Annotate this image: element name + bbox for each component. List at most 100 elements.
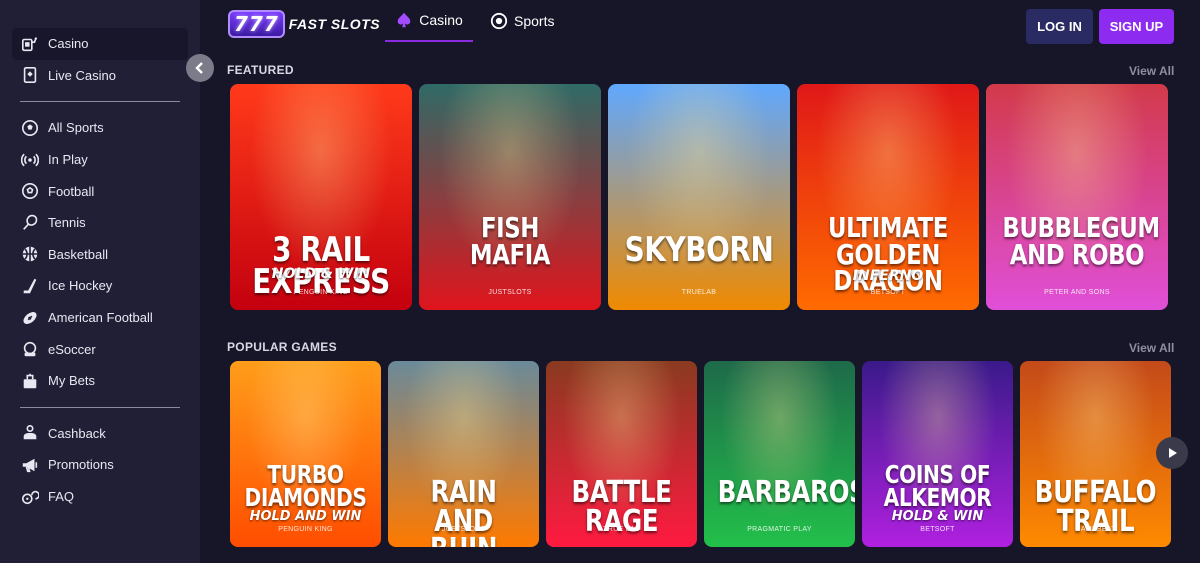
game-title-line: BARBAROSSA — [717, 475, 855, 510]
casino-icon — [20, 34, 40, 54]
sidebar-item-cashback[interactable]: Cashback — [12, 418, 188, 450]
game-title: BUBBLEGUM AND ROBO — [1002, 214, 1160, 271]
sidebar-item-live-casino[interactable]: Live Casino — [12, 60, 188, 92]
game-subtitle: INFERNO — [852, 268, 924, 284]
sidebar-item-my-bets[interactable]: My Bets — [12, 365, 188, 397]
login-button[interactable]: LOG IN — [1026, 9, 1093, 44]
sidebar-item-label: Football — [48, 183, 95, 199]
game-subtitle: HOLD & WIN — [891, 509, 984, 524]
game-provider: BETSOFT — [870, 289, 906, 296]
sidebar-item-ice-hockey[interactable]: Ice Hockey — [12, 270, 188, 302]
game-title: COINS OF ALKEMOR — [876, 462, 1000, 512]
football-icon — [20, 181, 40, 201]
game-title-line: SKYBORN — [624, 230, 774, 270]
game-title-line: AND ROBO — [1009, 237, 1145, 271]
featured-section-title: FEATURED — [227, 63, 294, 77]
game-artwork — [986, 84, 1168, 310]
sidebar-item-label: American Football — [48, 310, 153, 326]
hockey-stick-icon — [20, 276, 40, 296]
sidebar-item-casino[interactable]: Casino — [12, 28, 188, 60]
game-card[interactable]: RAIN AND RUINJUSTSLOTS — [388, 361, 539, 547]
logo-badge: 777 — [228, 10, 285, 38]
game-card[interactable]: FISH MAFIA JUSTSLOTS — [419, 84, 601, 310]
bets-icon — [20, 371, 40, 391]
basketball-icon — [20, 244, 40, 264]
megaphone-icon — [20, 455, 40, 475]
sidebar-item-american-football[interactable]: American Football — [12, 302, 188, 334]
sports-ball-icon — [20, 118, 40, 138]
sidebar-item-label: In Play — [48, 152, 88, 168]
game-title: TURBO DIAMONDS — [244, 462, 368, 512]
featured-view-all-link[interactable]: View All — [1129, 64, 1174, 78]
popular-view-all-link[interactable]: View All — [1129, 341, 1174, 355]
top-header: 777 FAST SLOTS Casino Sports LOG IN SIGN… — [200, 0, 1200, 52]
game-card[interactable]: BARBAROSSA PRAGMATIC PLAY — [704, 361, 855, 547]
game-card[interactable]: COINS OF ALKEMOR HOLD & WIN BETSOFT — [862, 361, 1013, 547]
game-card[interactable]: SKYBORN TRUELAB — [608, 84, 790, 310]
game-card[interactable]: BUFFALO TRAIL GAMEBEAT — [1020, 361, 1171, 547]
sidebar-item-label: eSoccer — [48, 341, 96, 357]
game-artwork — [704, 361, 855, 547]
game-provider: TRUE LAB — [603, 526, 640, 533]
sidebar-item-basketball[interactable]: Basketball — [12, 239, 188, 271]
game-provider: JUSTSLOTS — [488, 289, 532, 296]
game-title-line: ULTIMATE GOLDEN — [827, 211, 949, 271]
sidebar-item-esoccer[interactable]: eSoccer — [12, 333, 188, 365]
game-title-line: DIAMONDS — [244, 482, 367, 512]
site-logo[interactable]: 777 FAST SLOTS — [228, 10, 380, 38]
sidebar-item-football[interactable]: Football — [12, 175, 188, 207]
sidebar-item-label: Tennis — [48, 215, 86, 231]
sidebar-group-sports: All Sports In Play Football Tennis Baske… — [0, 112, 200, 396]
game-card[interactable]: 3 RAIL EXPRESS HOLD & WIN PENGUIN KING — [230, 84, 412, 310]
sidebar-item-label: Casino — [48, 36, 89, 52]
cashback-icon — [20, 423, 40, 443]
sidebar-divider — [20, 406, 180, 408]
play-arrow-icon — [1169, 448, 1177, 458]
sidebar: Casino Live Casino All Sports In Play Fo… — [0, 0, 200, 563]
tab-casino[interactable]: Casino — [385, 0, 473, 42]
ball-icon — [490, 12, 508, 30]
game-title-line: RAIN AND RUIN — [430, 475, 497, 547]
game-subtitle: HOLD AND WIN — [249, 509, 362, 524]
sidebar-item-faq[interactable]: FAQ — [12, 481, 188, 513]
sidebar-item-promotions[interactable]: Promotions — [12, 449, 188, 481]
game-provider: PENGUIN KING — [293, 289, 349, 296]
sidebar-item-tennis[interactable]: Tennis — [12, 207, 188, 239]
broadcast-icon — [20, 150, 40, 170]
sidebar-item-label: Live Casino — [48, 67, 116, 83]
popular-section-title: POPULAR GAMES — [227, 340, 337, 354]
faq-icon — [20, 487, 40, 507]
game-artwork — [419, 84, 601, 310]
sidebar-item-label: All Sports — [48, 120, 104, 136]
game-provider: JUSTSLOTS — [441, 526, 486, 533]
sidebar-item-label: Promotions — [48, 457, 114, 473]
signup-button[interactable]: SIGN UP — [1099, 9, 1174, 44]
game-provider: GAMEBEAT — [1075, 526, 1116, 533]
cards-icon — [20, 65, 40, 85]
carousel-next-button[interactable] — [1156, 437, 1188, 469]
game-card[interactable]: BUBBLEGUM AND ROBO PETER AND SONS — [986, 84, 1168, 310]
logo-text: FAST SLOTS — [288, 16, 381, 32]
tennis-icon — [20, 213, 40, 233]
game-card[interactable]: BATTLE RAGE TRUE LAB — [546, 361, 697, 547]
game-card[interactable]: TURBO DIAMONDS HOLD AND WIN PENGUIN KING — [230, 361, 381, 547]
sidebar-item-label: Basketball — [48, 246, 108, 262]
game-card[interactable]: ULTIMATE GOLDEN DRAGON INFERNO BETSOFT — [797, 84, 979, 310]
tab-sports[interactable]: Sports — [490, 0, 554, 42]
game-provider: TRUELAB — [681, 289, 717, 296]
spade-icon — [397, 12, 411, 28]
game-title-line: MAFIA — [469, 237, 551, 271]
sidebar-item-in-play[interactable]: In Play — [12, 144, 188, 176]
sidebar-group-extras: Cashback Promotions FAQ — [0, 418, 200, 513]
sidebar-item-all-sports[interactable]: All Sports — [12, 112, 188, 144]
game-provider: PETER AND SONS — [1044, 289, 1110, 296]
tab-label: Casino — [419, 12, 463, 28]
sidebar-item-label: FAQ — [48, 489, 75, 505]
sidebar-item-label: Cashback — [48, 425, 106, 441]
sidebar-collapse-button[interactable] — [186, 54, 214, 82]
game-title: SKYBORN — [624, 230, 774, 270]
game-title: BARBAROSSA — [717, 475, 855, 510]
game-provider: BETSOFT — [920, 526, 955, 533]
game-title-line: ALKEMOR — [883, 482, 992, 512]
sidebar-item-label: My Bets — [48, 373, 95, 389]
